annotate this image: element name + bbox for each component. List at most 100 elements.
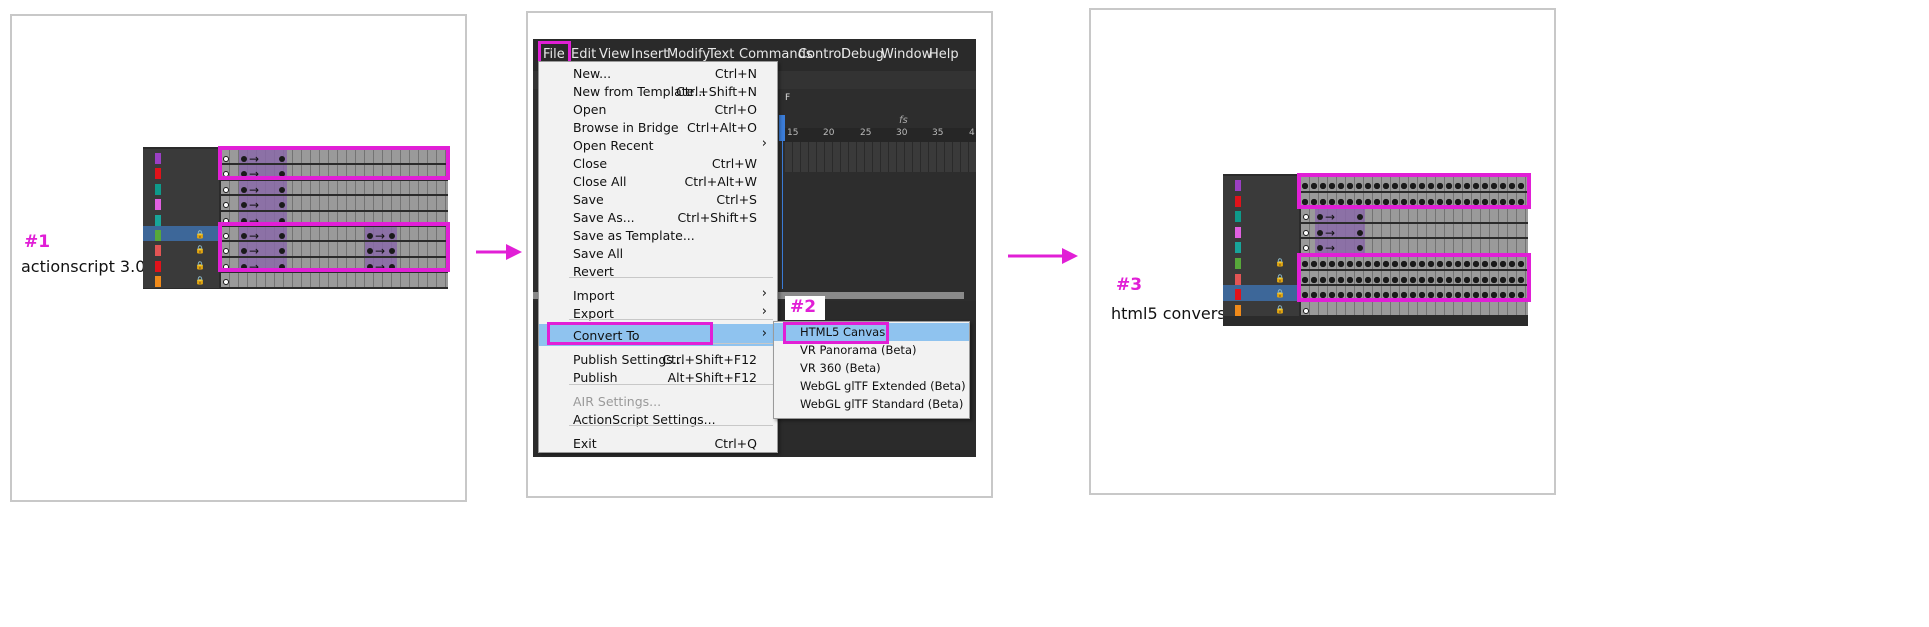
layer-color-swatch	[155, 168, 161, 180]
lock-icon[interactable]: 🔒	[1275, 304, 1285, 315]
layer-color-swatch	[155, 214, 161, 226]
timeline-layer-row[interactable]: →	[1223, 222, 1528, 240]
playhead[interactable]	[779, 115, 785, 141]
menubar-item-view[interactable]: View	[599, 47, 630, 62]
menubar-item-control[interactable]: Control	[798, 47, 845, 62]
submenu-arrow-icon: ›	[761, 286, 767, 301]
menu-item-exit[interactable]: Exit Ctrl+Q	[539, 432, 777, 454]
highlight-bottom-layers-html5	[1297, 253, 1531, 302]
menu-item-label: Save As...	[573, 210, 635, 225]
menu-item-label: Save as Template...	[573, 228, 695, 243]
layer-header[interactable]	[1223, 191, 1299, 208]
layer-header[interactable]: 🔒	[1223, 269, 1299, 286]
timeline-layer-row[interactable]: 🔒	[143, 272, 448, 288]
timeline-layer-row[interactable]: →	[1223, 238, 1528, 255]
layer-header[interactable]: 🔒	[143, 256, 219, 273]
menu-item-shortcut: Ctrl+Alt+O	[687, 120, 757, 135]
submenu-item-vr-360-beta[interactable]: VR 360 (Beta)	[774, 359, 969, 377]
menu-separator	[569, 319, 773, 320]
menu-separator	[569, 384, 773, 385]
timeline-layer-row[interactable]: →	[143, 195, 448, 212]
layer-header[interactable]	[1223, 207, 1299, 223]
menu-item-label: Browse in Bridge	[573, 120, 679, 135]
menu-item-export[interactable]: Export ›	[539, 302, 777, 324]
lock-icon[interactable]: 🔒	[1275, 288, 1285, 299]
layer-frames: →	[1301, 223, 1528, 240]
layer-color-swatch	[1235, 226, 1241, 238]
layer-header[interactable]	[143, 164, 219, 180]
layer-header[interactable]: 🔒	[1223, 254, 1299, 270]
lock-icon[interactable]: 🔒	[195, 260, 205, 271]
keyframe	[1357, 229, 1363, 236]
layer-color-swatch	[1235, 195, 1241, 207]
layer-header[interactable]	[143, 179, 219, 196]
step-number-3: #3	[1116, 275, 1143, 295]
keyframe-empty	[223, 186, 229, 193]
fps-label: fs	[899, 115, 908, 126]
layer-header[interactable]: 🔒	[143, 226, 219, 242]
file-dropdown-menu: New... Ctrl+N New from Template... Ctrl+Shi…	[538, 61, 778, 453]
menu-item-shortcut: Ctrl+S	[716, 192, 757, 207]
layer-header[interactable]	[143, 210, 219, 226]
layer-color-swatch	[155, 245, 161, 257]
layer-frames: →	[1301, 208, 1528, 224]
keyframe-empty	[223, 202, 229, 209]
lock-icon[interactable]: 🔒	[195, 244, 205, 255]
menu-item-label: Save	[573, 192, 604, 207]
layer-header[interactable]: 🔒	[143, 272, 219, 288]
layer-header[interactable]: 🔒	[1223, 285, 1299, 301]
menu-item-shortcut: Ctrl+Q	[714, 436, 757, 451]
menubar-item-text[interactable]: Text	[708, 47, 734, 62]
layer-header[interactable]: 🔒	[1223, 300, 1299, 317]
layer-header[interactable]	[1223, 176, 1299, 192]
playhead-line	[782, 139, 783, 289]
layer-color-swatch	[155, 276, 161, 288]
arrow-right-icon	[476, 244, 522, 260]
menu-separator	[569, 277, 773, 278]
layer-header[interactable]: 🔒	[143, 241, 219, 257]
timeline-layer-row[interactable]: 🔒	[1223, 300, 1528, 317]
menu-item-shortcut: Ctrl+Shift+F12	[662, 352, 757, 367]
menubar-item-help[interactable]: Help	[929, 47, 959, 62]
layer-frames	[1301, 301, 1528, 316]
layer-header[interactable]	[1223, 222, 1299, 239]
menubar-item-window[interactable]: Window	[881, 47, 932, 62]
layer-header[interactable]	[1223, 238, 1299, 254]
timeline-layer-row[interactable]: →	[1223, 207, 1528, 224]
menubar-item-modify[interactable]: Modify	[667, 47, 710, 62]
menu-item-actionscript-settings[interactable]: ActionScript Settings...	[539, 408, 777, 430]
layer-color-swatch	[1235, 211, 1241, 223]
menu-item-label: Save All	[573, 246, 624, 261]
layer-color-swatch	[155, 260, 161, 272]
layer-frames: →	[221, 180, 448, 197]
lock-icon[interactable]: 🔒	[195, 229, 205, 240]
submenu-item-webgl-gltf-extended-beta[interactable]: WebGL glTF Extended (Beta)	[774, 377, 969, 395]
layer-color-swatch	[155, 230, 161, 241]
ruler-tick: 20	[823, 128, 835, 138]
menubar-item-debug[interactable]: Debug	[841, 47, 884, 62]
menu-item-shortcut: Ctrl+Shift+S	[677, 210, 757, 225]
layer-frames: →	[221, 196, 448, 212]
layer-header[interactable]	[143, 149, 219, 165]
menubar-item-insert[interactable]: Insert	[631, 47, 668, 62]
layer-color-swatch	[155, 153, 161, 164]
layer-color-swatch	[1235, 242, 1241, 254]
step-label-3: html5 convers	[1111, 304, 1226, 323]
menu-item-shortcut: Ctrl+N	[714, 66, 757, 81]
menu-item-label: AIR Settings...	[573, 394, 662, 409]
menubar-item-edit[interactable]: Edit	[571, 47, 596, 62]
layer-header[interactable]	[143, 195, 219, 211]
layer-color-swatch	[1235, 258, 1241, 269]
keyframe	[279, 186, 285, 193]
menu-item-revert[interactable]: Revert	[539, 260, 777, 282]
lock-icon[interactable]: 🔒	[1275, 273, 1285, 284]
layer-color-swatch	[155, 183, 161, 195]
lock-icon[interactable]: 🔒	[195, 275, 205, 286]
step-label-1: actionscript 3.0	[21, 257, 146, 276]
lock-icon[interactable]: 🔒	[1275, 257, 1285, 268]
layer-color-swatch	[155, 199, 161, 211]
submenu-item-webgl-gltf-standard-beta[interactable]: WebGL glTF Standard (Beta)	[774, 395, 969, 413]
timeline-layer-row[interactable]: →	[143, 179, 448, 197]
menu-item-label: Open	[573, 102, 607, 117]
submenu-arrow-icon: ›	[761, 136, 767, 151]
